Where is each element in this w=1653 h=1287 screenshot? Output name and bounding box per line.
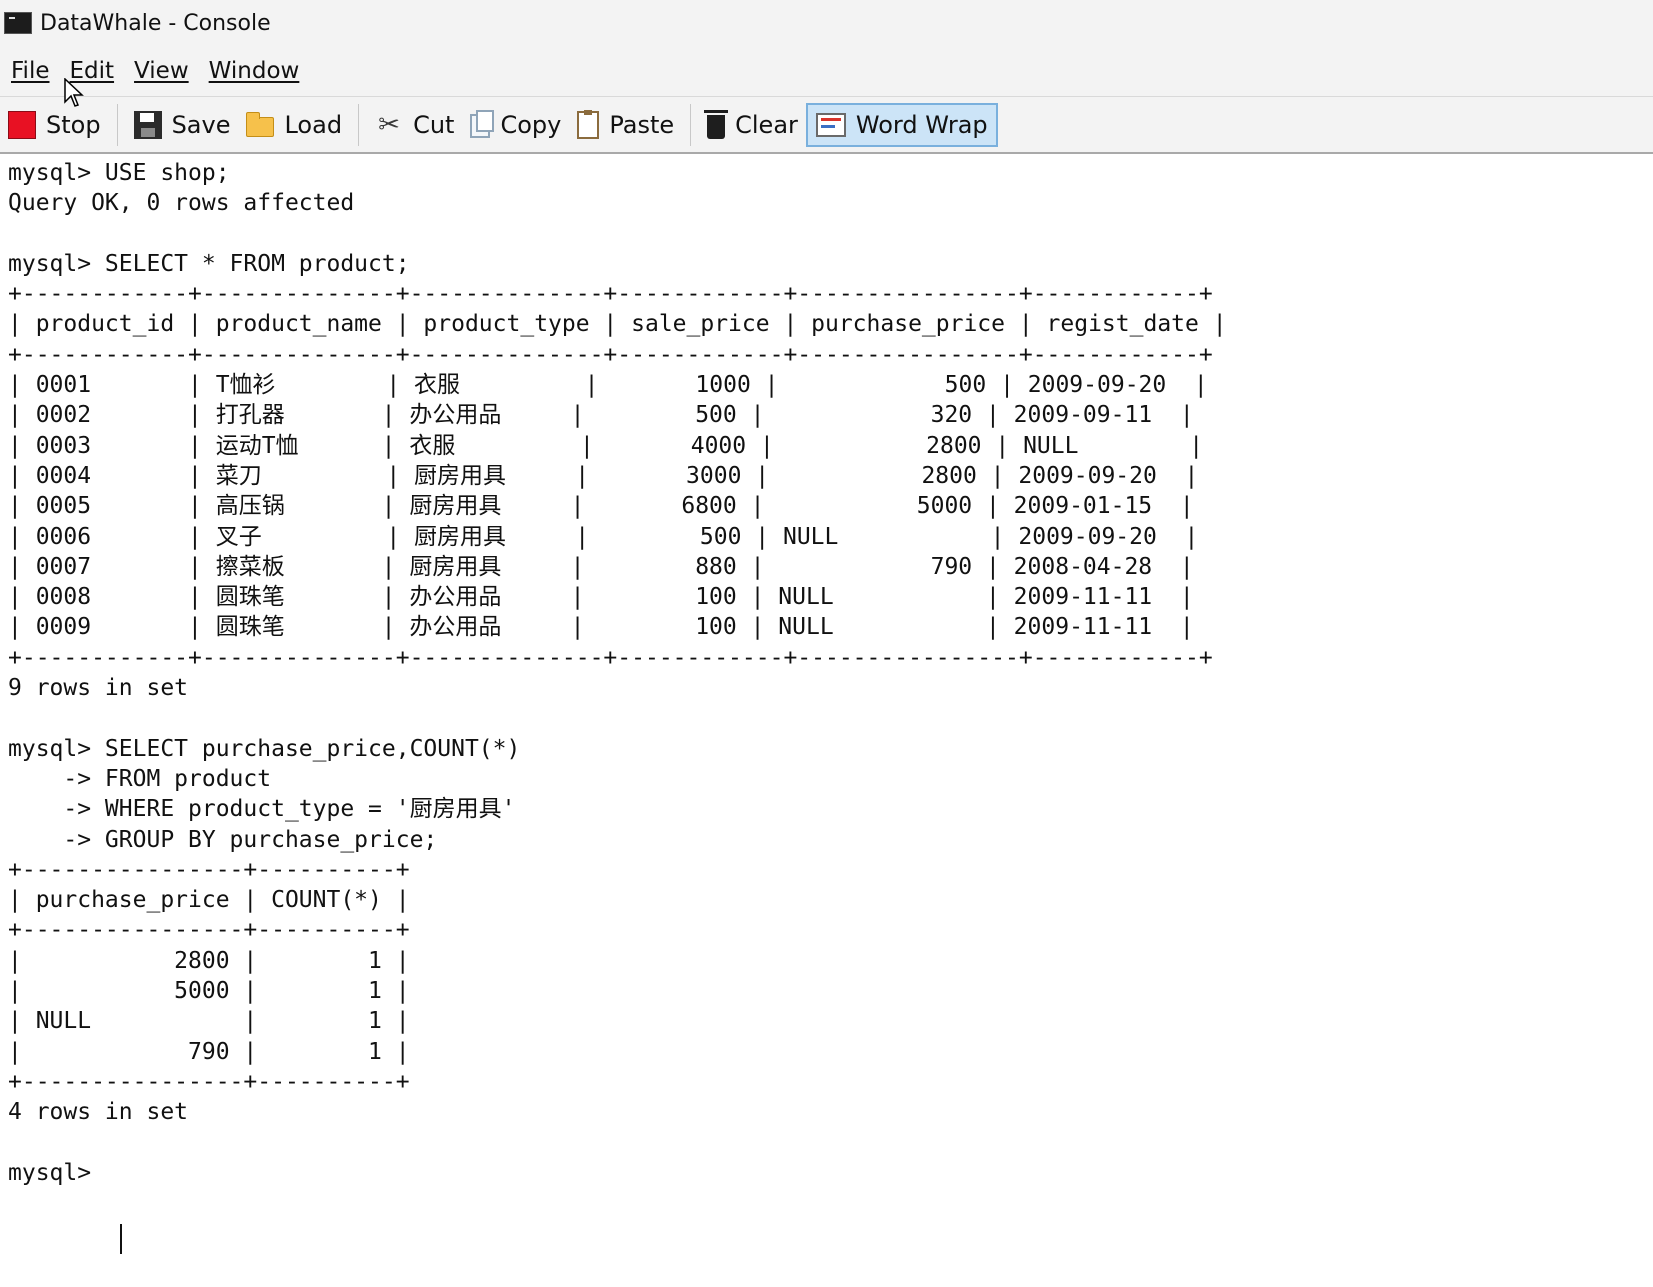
stop-button[interactable]: Stop	[0, 103, 109, 147]
mouse-pointer-icon	[64, 78, 84, 107]
cut-button-label: Cut	[413, 110, 455, 139]
window-title: DataWhale - Console	[40, 10, 271, 36]
save-button[interactable]: Save	[126, 103, 239, 147]
toolbar-separator	[116, 103, 118, 146]
scissors-icon: ✂	[378, 109, 400, 140]
clipboard-icon	[577, 109, 600, 139]
save-button-label: Save	[171, 110, 231, 139]
load-button-label: Load	[284, 110, 343, 139]
menu-view[interactable]: View	[134, 58, 189, 84]
paste-button-label: Paste	[609, 110, 675, 139]
cut-button[interactable]: ✂ Cut	[367, 103, 462, 147]
paste-button[interactable]: Paste	[569, 103, 682, 147]
stop-button-label: Stop	[46, 110, 101, 139]
text-cursor	[120, 1224, 122, 1254]
copy-button[interactable]: Copy	[462, 103, 569, 147]
toolbar-separator	[358, 103, 360, 146]
stop-icon	[8, 110, 36, 139]
word-wrap-label: Word Wrap	[855, 110, 988, 139]
toolbar-separator	[690, 103, 692, 146]
trash-icon	[704, 109, 729, 139]
title-bar: DataWhale - Console	[0, 0, 1653, 46]
load-button[interactable]: Load	[238, 103, 350, 147]
console-output[interactable]: mysql> USE shop; Query OK, 0 rows affect…	[0, 154, 1653, 1287]
clear-button[interactable]: Clear	[699, 103, 806, 147]
console-text: mysql> USE shop; Query OK, 0 rows affect…	[8, 160, 1227, 1186]
toolbar: Stop Save Load ✂ Cut Copy Paste Clear Wo…	[0, 96, 1653, 154]
copy-icon	[470, 109, 495, 138]
clear-button-label: Clear	[735, 110, 798, 139]
console-app-icon	[4, 12, 32, 34]
word-wrap-icon	[815, 112, 846, 137]
menu-window[interactable]: Window	[209, 58, 300, 84]
copy-button-label: Copy	[500, 110, 562, 139]
word-wrap-toggle[interactable]: Word Wrap	[805, 102, 998, 147]
floppy-disk-icon	[133, 110, 162, 139]
menu-bar: File Edit View Window	[0, 46, 1653, 96]
folder-icon	[246, 111, 275, 137]
menu-file[interactable]: File	[11, 58, 50, 84]
